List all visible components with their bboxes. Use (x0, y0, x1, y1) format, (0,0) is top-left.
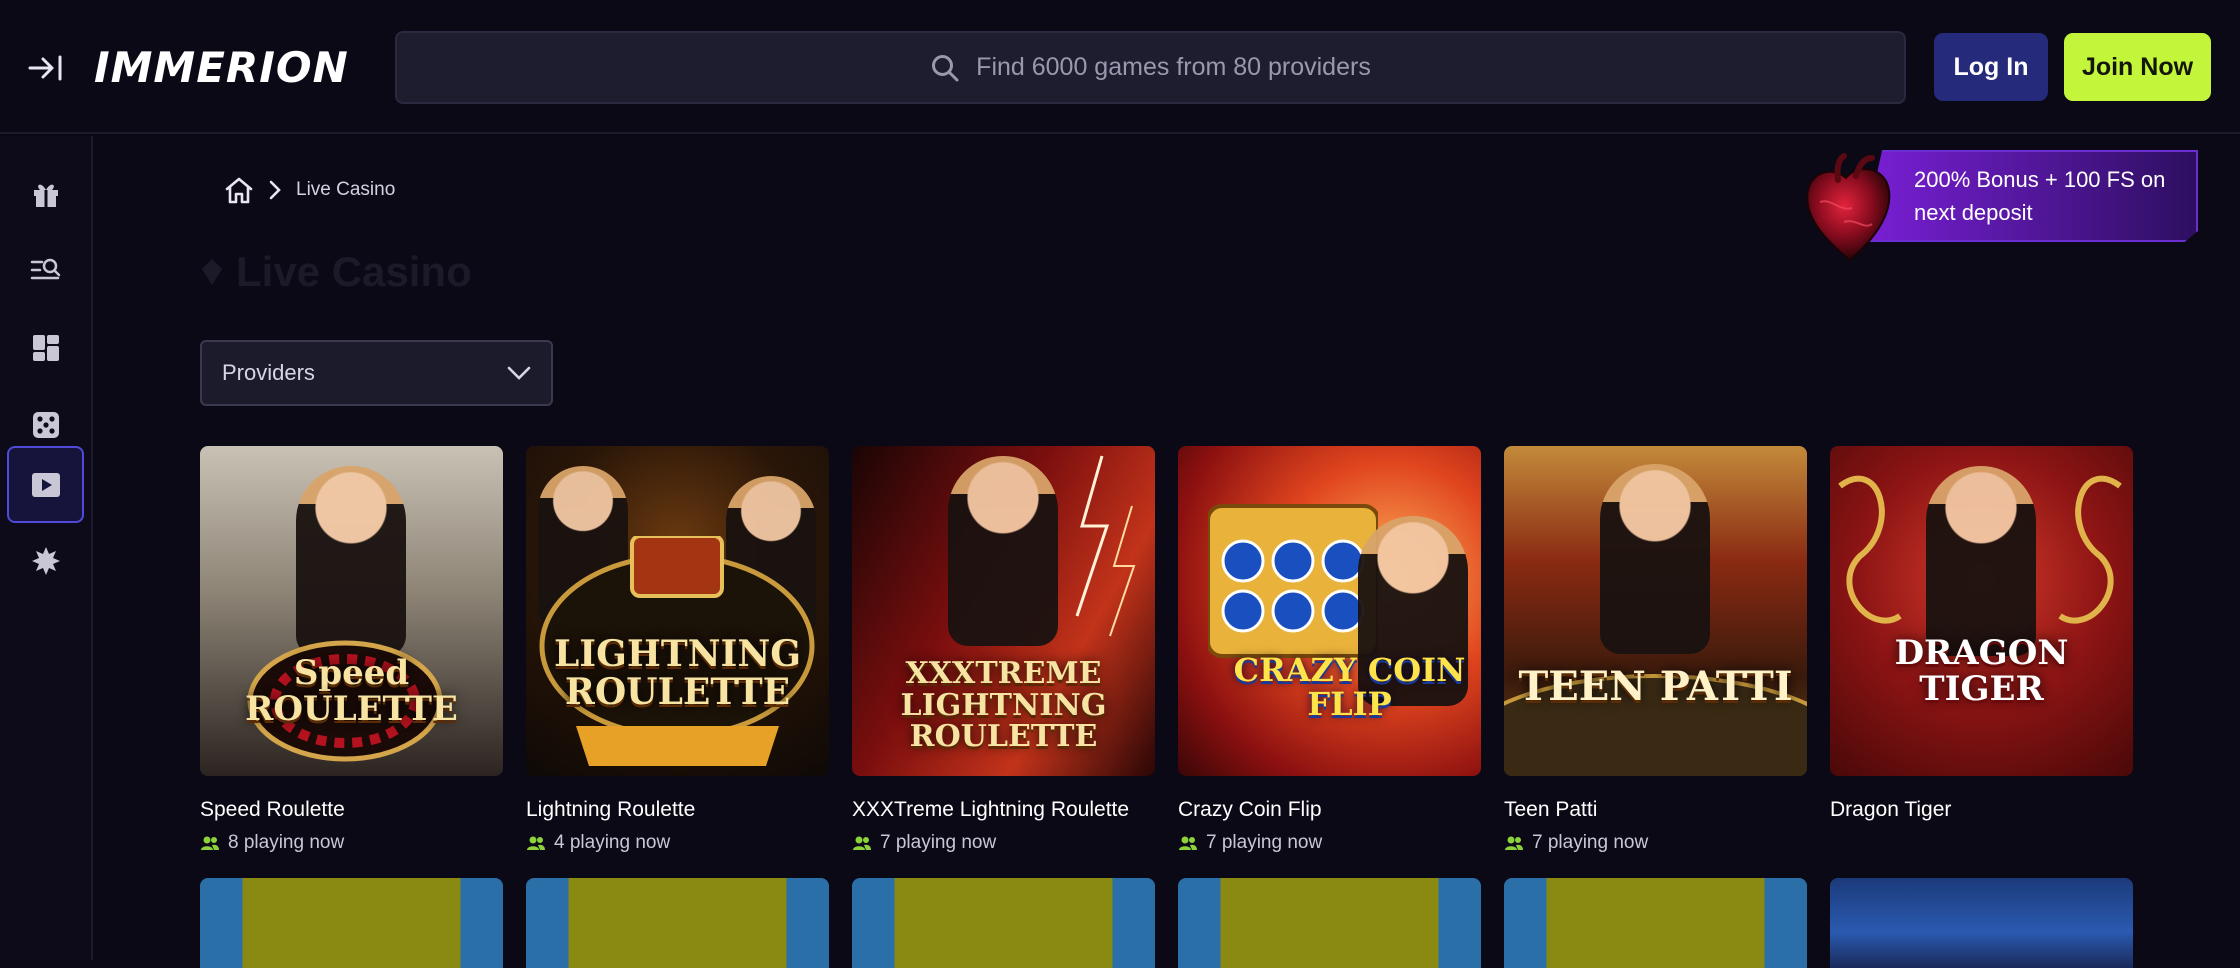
game-card-partial[interactable] (200, 878, 503, 968)
game-name: Lightning Roulette (526, 798, 696, 821)
game-card-partial[interactable] (526, 878, 829, 968)
gift-icon (33, 184, 58, 207)
players-text: 4 playing now (554, 832, 671, 853)
players-count: 8 playing now (200, 832, 503, 854)
players-text: 8 playing now (228, 832, 345, 853)
game-thumb-title: TEEN PATTI (1518, 663, 1793, 710)
dealer-image (1926, 466, 2036, 656)
players-count: 7 playing now (852, 832, 1155, 854)
join-now-button[interactable]: Join Now (2064, 33, 2211, 101)
players-count: 7 playing now (1178, 832, 1481, 854)
players-count: 7 playing now (1504, 832, 1807, 854)
dealer-image (296, 466, 406, 656)
bonus-line-2: next deposit (1914, 200, 2033, 225)
players-icon (853, 836, 871, 850)
game-card-partial[interactable] (1178, 878, 1481, 968)
players-text: 7 playing now (880, 832, 997, 853)
search-icon (932, 54, 959, 81)
game-card[interactable]: TEEN PATTI Teen Patti 7 playing now (1504, 446, 1807, 854)
search-list-icon (30, 258, 60, 279)
expand-sidebar-button[interactable] (26, 48, 66, 88)
page-title-text: Live Casino (236, 248, 472, 295)
players-text: 7 playing now (1206, 832, 1323, 853)
sidebar-item-promotions[interactable] (7, 155, 84, 232)
breadcrumb: Live Casino (224, 176, 395, 204)
game-name: Speed Roulette (200, 798, 345, 821)
site-logo[interactable]: IMMERION (94, 42, 349, 92)
game-thumbnail[interactable]: LIGHTNING ROULETTE (526, 446, 829, 776)
sidebar-item-lobby[interactable] (7, 309, 84, 386)
game-card[interactable]: Speed ROULETTE Speed Roulette 8 playing … (200, 446, 503, 854)
game-name: XXXTreme Lightning Roulette (852, 798, 1130, 821)
home-icon[interactable] (224, 176, 254, 204)
heart-icon (1806, 153, 1891, 262)
starburst-icon (31, 546, 60, 575)
game-card-partial[interactable] (1504, 878, 1807, 968)
game-card[interactable]: DRAGON TIGER Dragon Tiger (1830, 446, 2133, 822)
dice-icon (32, 411, 59, 438)
bonus-banner-body: 200% Bonus + 100 FS on next deposit (1862, 150, 2198, 242)
live-casino-title-icon (202, 259, 222, 285)
players-icon (1505, 836, 1523, 850)
sidebar-item-live-casino[interactable] (7, 446, 84, 523)
players-icon (1179, 836, 1197, 850)
game-thumbnail[interactable]: Speed ROULETTE (200, 446, 503, 776)
players-text: 7 playing now (1532, 832, 1649, 853)
game-thumbnail[interactable]: XXXTREME LIGHTNING ROULETTE (852, 446, 1155, 776)
game-thumb-title: Speed ROULETTE (245, 653, 458, 729)
providers-label: Providers (222, 360, 315, 385)
game-card[interactable]: CRAZY COIN FLIP Crazy Coin Flip 7 playin… (1178, 446, 1481, 854)
coin-slot-graphic (1208, 504, 1378, 658)
logo-text: IMMERION (94, 42, 349, 92)
game-name: Crazy Coin Flip (1178, 798, 1322, 821)
bonus-banner[interactable]: 200% Bonus + 100 FS on next deposit (1800, 146, 2200, 266)
page-title: Live Casino (200, 248, 472, 296)
live-play-icon (31, 472, 60, 497)
bonus-text: 200% Bonus + 100 FS on next deposit (1914, 163, 2165, 229)
game-thumbnail[interactable]: DRAGON TIGER (1830, 446, 2133, 776)
top-header: IMMERION Find 6000 games from 80 provide… (0, 0, 2240, 134)
game-thumb-title: DRAGON TIGER (1894, 633, 2069, 709)
dealer-image (1600, 464, 1710, 654)
sidebar-item-search[interactable] (7, 231, 84, 308)
game-thumb-title: XXXTREME LIGHTNING ROULETTE (900, 656, 1107, 754)
providers-dropdown[interactable]: Providers (200, 340, 553, 406)
sidebar-nav (0, 136, 93, 960)
expand-sidebar-icon (28, 55, 62, 81)
game-name: Teen Patti (1504, 798, 1598, 821)
search-bar[interactable]: Find 6000 games from 80 providers (395, 31, 1906, 104)
game-thumb-title: CRAZY COIN FLIP (1233, 651, 1466, 723)
game-card-partial[interactable] (1830, 878, 2133, 968)
chevron-right-icon (269, 180, 281, 200)
players-icon (201, 836, 219, 850)
game-thumbnail[interactable]: TEEN PATTI (1504, 446, 1807, 776)
game-card[interactable]: LIGHTNING ROULETTE Lightning Roulette 4 … (526, 446, 829, 854)
game-card[interactable]: XXXTREME LIGHTNING ROULETTE XXXTreme Lig… (852, 446, 1155, 854)
dashboard-icon (32, 334, 59, 361)
breadcrumb-current: Live Casino (296, 179, 396, 200)
login-button[interactable]: Log In (1934, 33, 2048, 101)
players-count: 4 playing now (526, 832, 829, 854)
players-icon (527, 836, 545, 850)
game-card-partial[interactable] (852, 878, 1155, 968)
game-thumb-title: LIGHTNING ROULETTE (553, 633, 802, 713)
game-name: Dragon Tiger (1830, 798, 1952, 821)
search-placeholder: Find 6000 games from 80 providers (976, 53, 1371, 81)
bonus-line-1: 200% Bonus + 100 FS on (1914, 167, 2166, 192)
sidebar-item-specials[interactable] (7, 522, 84, 599)
game-thumbnail[interactable]: CRAZY COIN FLIP (1178, 446, 1481, 776)
chevron-down-icon (507, 366, 531, 380)
